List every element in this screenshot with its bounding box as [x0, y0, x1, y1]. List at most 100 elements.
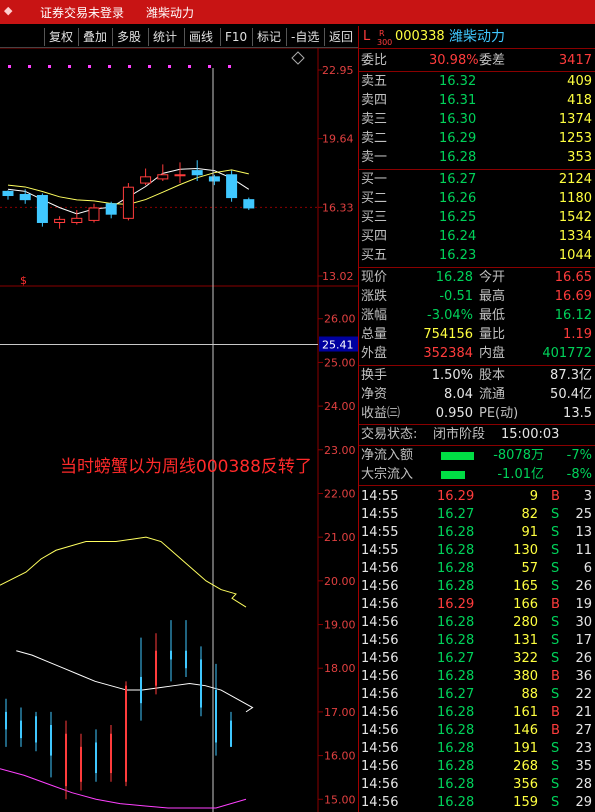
- tick-row: 14:55 16.29 9 B 3: [359, 488, 595, 506]
- lower-ytick-label: 23.00: [324, 444, 356, 457]
- flow-percent: -7%: [566, 448, 592, 463]
- kline-chart-panel[interactable]: 22.95 19.64 16.33 13.02 $26.00 25.00 24.00 23.0…: [0, 48, 358, 812]
- adjust-button[interactable]: 复权: [44, 28, 77, 46]
- tick-row: 14:56 16.28 159 S 29: [359, 794, 595, 812]
- tick-volume: 57: [521, 561, 538, 576]
- ask-label: 卖三: [361, 112, 388, 127]
- upper-ytick-label: 19.64: [322, 133, 354, 146]
- stat-value: -3.04%: [427, 308, 473, 323]
- finance-value: 13.5: [563, 406, 592, 421]
- weibi-row: 委比 30.98% 委差 3417: [359, 52, 595, 70]
- tick-side: S: [551, 651, 560, 666]
- finance-value: 50.4亿: [550, 387, 592, 402]
- lower-candle-body: [35, 716, 37, 743]
- tick-time: 14:56: [361, 795, 399, 810]
- lower-ytick-label: 19.00: [324, 619, 356, 632]
- watchlist-remove-button[interactable]: -自选: [286, 28, 323, 46]
- f10-button[interactable]: F10: [220, 28, 251, 46]
- stat-label: 涨跌: [361, 289, 388, 304]
- bid-row: 买三 16.25 1542: [359, 209, 595, 227]
- row-separator: [359, 365, 595, 366]
- tick-count: 23: [575, 741, 592, 756]
- tick-side: S: [551, 507, 560, 522]
- ask-volume: 1374: [558, 112, 592, 127]
- tick-time: 14:56: [361, 777, 399, 792]
- tick-time: 14:55: [361, 525, 399, 540]
- tick-time: 14:55: [361, 507, 399, 522]
- draw-line-button[interactable]: 画线: [184, 28, 217, 46]
- tick-price: 16.28: [437, 543, 475, 558]
- stat-label: 外盘: [361, 346, 388, 361]
- ask-volume: 418: [567, 93, 592, 108]
- tick-volume: 380: [513, 669, 538, 684]
- tick-side: S: [551, 741, 560, 756]
- tick-price: 16.27: [437, 651, 475, 666]
- stats-button[interactable]: 统计: [148, 28, 181, 46]
- tick-row: 14:56 16.29 166 B 19: [359, 596, 595, 614]
- tick-price: 16.28: [437, 615, 475, 630]
- ask-volume: 353: [567, 150, 592, 165]
- cursor-price-label: 25.41: [322, 339, 354, 352]
- stat-value: 401772: [542, 346, 592, 361]
- mark-button[interactable]: 标记: [252, 28, 285, 46]
- lower-candle-body: [215, 690, 217, 743]
- tick-time: 14:55: [361, 489, 399, 504]
- bid-volume: 1044: [558, 248, 592, 263]
- ask-price: 16.28: [439, 150, 477, 165]
- bid-label: 买四: [361, 229, 388, 244]
- lower-candle-body: [230, 720, 232, 747]
- bid-price: 16.25: [439, 210, 477, 225]
- overlay-button[interactable]: 叠加: [78, 28, 111, 46]
- tick-row: 14:56 16.28 146 B 27: [359, 722, 595, 740]
- bid-label: 买二: [361, 191, 388, 206]
- tick-count: 3: [583, 489, 592, 504]
- lower-candle-body: [5, 711, 7, 730]
- multi-stock-button[interactable]: 多股: [112, 28, 145, 46]
- login-status[interactable]: 证券交易未登录: [40, 4, 124, 21]
- lower-candle-body: [50, 725, 52, 756]
- upper-candle-body: [2, 190, 14, 197]
- stat-label: 现价: [361, 270, 388, 285]
- upper-ytick-label: 16.33: [322, 201, 354, 214]
- flow-value: -8078万: [493, 448, 544, 463]
- tick-count: 26: [575, 579, 592, 594]
- ask-row: 卖二 16.29 1253: [359, 130, 595, 148]
- tick-price: 16.29: [437, 489, 475, 504]
- tick-time: 14:56: [361, 615, 399, 630]
- tick-row: 14:56 16.28 57 S 6: [359, 560, 595, 578]
- bid-label: 买五: [361, 248, 388, 263]
- tick-price: 16.27: [437, 687, 475, 702]
- tick-volume: 159: [513, 795, 538, 810]
- lower-candle-body: [20, 720, 22, 739]
- tick-price: 16.28: [437, 759, 475, 774]
- tick-price: 16.29: [437, 597, 475, 612]
- tick-side: B: [551, 597, 560, 612]
- marker-dot: [108, 65, 111, 68]
- kline-chart[interactable]: 22.95 19.64 16.33 13.02 $26.00 25.00 24.00 23.0…: [0, 48, 358, 812]
- tick-time: 14:56: [361, 633, 399, 648]
- finance-label: 净资: [361, 387, 388, 402]
- flow-row: 净流入额 -8078万 -7%: [359, 447, 595, 465]
- tick-side: S: [551, 525, 560, 540]
- tick-count: 29: [575, 795, 592, 810]
- tick-count: 11: [575, 543, 592, 558]
- bid-volume: 1542: [558, 210, 592, 225]
- stat-value: 16.69: [554, 289, 592, 304]
- ask-label: 卖二: [361, 131, 388, 146]
- tick-volume: 88: [521, 687, 538, 702]
- bid-row: 买四 16.24 1334: [359, 228, 595, 246]
- row-separator: [359, 445, 595, 446]
- back-button[interactable]: 返回: [324, 28, 357, 46]
- bid-price: 16.23: [439, 248, 477, 263]
- tick-time: 14:56: [361, 759, 399, 774]
- trade-status-value: 闭市阶段: [433, 427, 486, 442]
- flow-value: -1.01亿: [497, 467, 544, 482]
- tick-time: 14:56: [361, 651, 399, 666]
- tick-side: S: [551, 795, 560, 810]
- tick-side: S: [551, 615, 560, 630]
- tick-side: S: [551, 759, 560, 774]
- tick-volume: 91: [521, 525, 538, 540]
- flow-percent: -8%: [566, 467, 592, 482]
- lower-ma-magenta-line: [0, 768, 247, 809]
- lower-ytick-label: 20.00: [324, 575, 356, 588]
